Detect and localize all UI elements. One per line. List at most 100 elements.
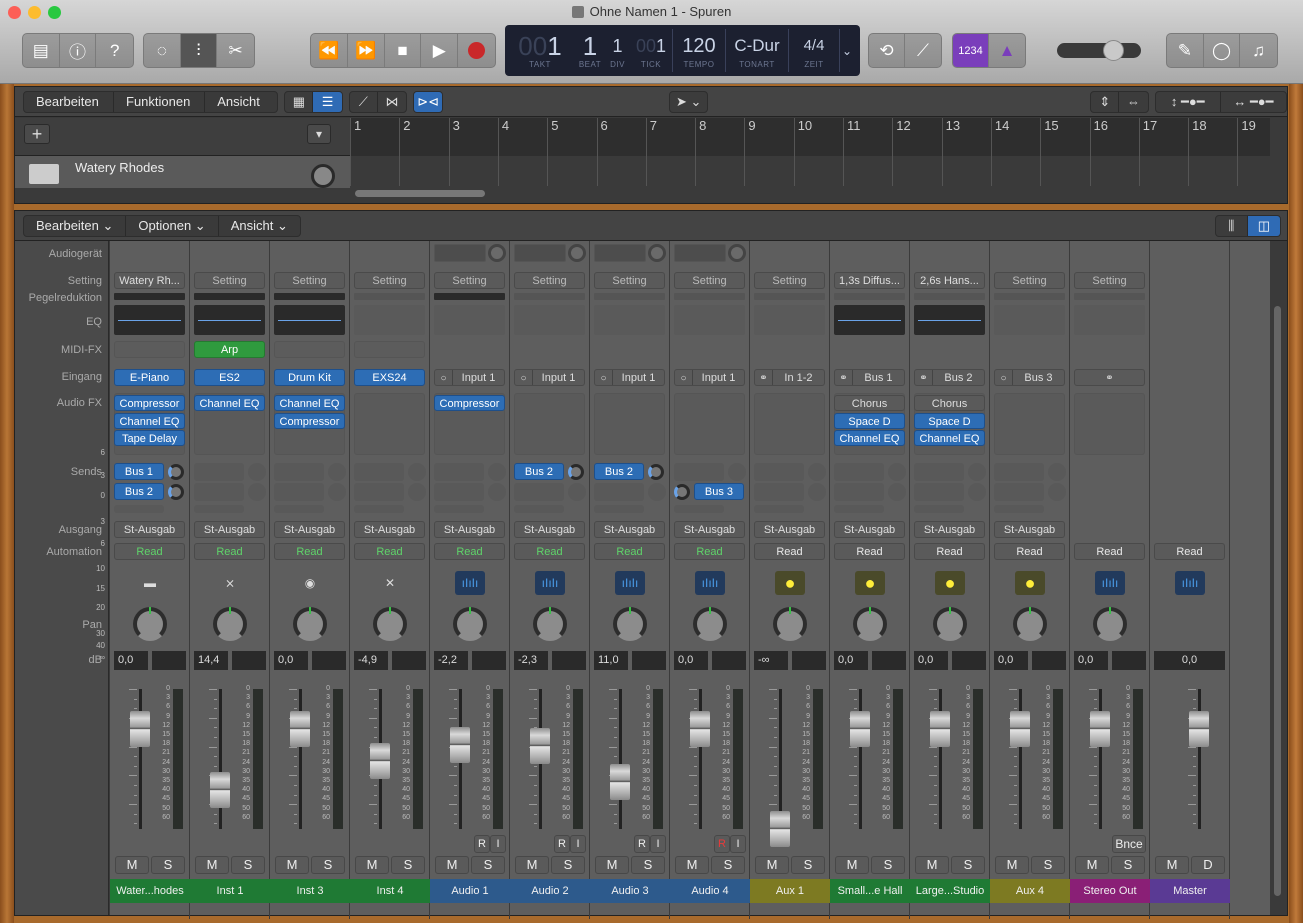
fader-track[interactable] (139, 689, 142, 829)
record-enable-button[interactable]: R (714, 835, 730, 853)
channel-name[interactable]: Audio 3 (590, 879, 670, 903)
output-slot[interactable]: St-Ausgab (514, 521, 585, 538)
fader-track[interactable] (1198, 689, 1201, 829)
eq-display[interactable] (354, 305, 425, 335)
input-slot[interactable]: EXS24 (354, 369, 425, 386)
tracks-menu-ansicht[interactable]: Ansicht ⌄ (205, 92, 277, 112)
channel-name[interactable]: Large...Studio (910, 879, 990, 903)
midi-fx-slot[interactable]: Arp (194, 341, 265, 358)
pan-knob[interactable] (693, 607, 727, 641)
fast-forward-icon[interactable]: ⏩ (348, 34, 385, 67)
volume-fader[interactable] (130, 711, 150, 747)
catch-playhead-icon[interactable]: ⊳⊲ (414, 91, 443, 112)
send-slot-extra[interactable] (514, 505, 564, 513)
solo-button[interactable]: S (391, 856, 425, 874)
send-slot-empty[interactable] (914, 463, 964, 481)
channel-name[interactable]: Inst 4 (350, 879, 430, 903)
audio-fx-slot[interactable]: Tape Delay (114, 430, 185, 446)
fader-track[interactable] (779, 689, 782, 829)
send-slot-empty[interactable] (274, 483, 324, 501)
audio-fx-slot[interactable]: Channel EQ (274, 395, 345, 411)
automation-mode[interactable]: Read (834, 543, 905, 560)
mono-input-icon[interactable]: ○ (595, 370, 613, 385)
send-slot[interactable]: Bus 2 (594, 463, 644, 480)
send-knob-empty[interactable] (248, 463, 266, 481)
volume-fader[interactable] (850, 711, 870, 747)
send-slot-empty[interactable] (994, 463, 1044, 481)
eq-display[interactable] (594, 305, 665, 335)
volume-fader[interactable] (1189, 711, 1209, 747)
audio-fx-area[interactable] (1074, 393, 1145, 455)
setting-button[interactable]: 1,3s Diffus... (834, 272, 905, 289)
send-knob-empty[interactable] (408, 463, 426, 481)
vertical-zoom-slider[interactable]: ↕ ━●━ (1156, 91, 1221, 112)
volume-value[interactable]: -2,3 (514, 651, 548, 670)
help-icon[interactable]: ? (96, 34, 133, 67)
stop-icon[interactable]: ■ (385, 34, 422, 67)
pan-knob[interactable] (773, 607, 807, 641)
channel-name[interactable]: Aux 4 (990, 879, 1070, 903)
send-slot-empty[interactable] (594, 483, 644, 501)
loop-browser-icon[interactable]: ◯ (1204, 34, 1241, 67)
mute-button[interactable]: M (675, 856, 709, 874)
send-slot-empty[interactable] (754, 463, 804, 481)
send-slot-empty[interactable] (834, 463, 884, 481)
send-slot-extra[interactable] (674, 505, 724, 513)
volume-value[interactable]: -2,2 (434, 651, 468, 670)
send-slot-extra[interactable] (994, 505, 1044, 513)
audio-fx-slot[interactable]: Channel EQ (114, 412, 185, 429)
volume-fader[interactable] (450, 727, 470, 764)
send-slot-empty[interactable] (194, 463, 244, 481)
setting-button[interactable]: 2,6s Hans... (914, 272, 985, 289)
audio-fx-area[interactable] (354, 393, 425, 455)
output-slot[interactable]: St-Ausgab (114, 521, 185, 538)
solo-button[interactable]: S (1031, 856, 1065, 874)
lcd-tempo[interactable]: 120 TEMPO (673, 25, 725, 76)
mute-button[interactable]: M (195, 856, 229, 874)
mute-button[interactable]: M (1075, 856, 1109, 874)
pan-knob[interactable] (533, 607, 567, 641)
setting-button[interactable]: Setting (1074, 272, 1145, 289)
pan-knob[interactable] (453, 607, 487, 641)
automation-mode[interactable]: Read (1074, 543, 1145, 560)
solo-button[interactable]: S (951, 856, 985, 874)
record-enable-button[interactable]: R (554, 835, 570, 853)
volume-fader[interactable] (530, 727, 550, 764)
lcd-takt[interactable]: 001 TAKT (505, 25, 575, 76)
input-slot[interactable]: ○ Input 1 (514, 369, 585, 386)
list-view-icon[interactable]: ☰ (313, 91, 342, 112)
send-slot-extra[interactable] (114, 505, 164, 513)
mute-button[interactable]: M (115, 856, 149, 874)
volume-fader[interactable] (290, 711, 310, 747)
audio-fx-slot[interactable]: Compressor (114, 395, 185, 411)
output-slot[interactable]: St-Ausgab (354, 521, 425, 538)
audio-fx-slot[interactable]: Chorus (834, 395, 905, 411)
output-slot[interactable]: St-Ausgab (594, 521, 665, 538)
audio-fx-area[interactable] (754, 393, 825, 455)
automation-mode[interactable]: Read (754, 543, 825, 560)
volume-value[interactable]: 0,0 (1074, 651, 1108, 670)
send-knob-empty[interactable] (328, 463, 346, 481)
volume-fader[interactable] (770, 811, 790, 847)
stereo-input-icon[interactable]: ⚭ (835, 370, 853, 385)
metronome-icon[interactable]: ▲ (989, 34, 1025, 67)
setting-button[interactable]: Setting (354, 272, 425, 289)
cycle-icon[interactable]: ⟲ (869, 34, 906, 67)
input-slot[interactable]: ⚭ Bus 2 (914, 369, 985, 386)
channel-name[interactable]: Audio 2 (510, 879, 590, 903)
notepad-icon[interactable]: ✎ (1167, 34, 1204, 67)
lcd-zeit[interactable]: 4/4 ZEIT (789, 25, 839, 76)
mute-button[interactable]: M (515, 856, 549, 874)
input-slot[interactable]: ○ Input 1 (434, 369, 505, 386)
input-slot[interactable]: Drum Kit (274, 369, 345, 386)
volume-value[interactable]: 0,0 (274, 651, 308, 670)
volume-value[interactable]: -∞ (754, 651, 788, 670)
audio-fx-slot[interactable]: Channel EQ (834, 430, 905, 446)
output-slot[interactable]: St-Ausgab (274, 521, 345, 538)
setting-button[interactable]: Setting (434, 272, 505, 289)
setting-button[interactable]: Watery Rh... (114, 272, 185, 289)
automation-mode[interactable]: Read (914, 543, 985, 560)
audio-fx-area[interactable] (514, 393, 585, 455)
fader-track[interactable] (859, 689, 862, 829)
send-knob-empty[interactable] (888, 463, 906, 481)
